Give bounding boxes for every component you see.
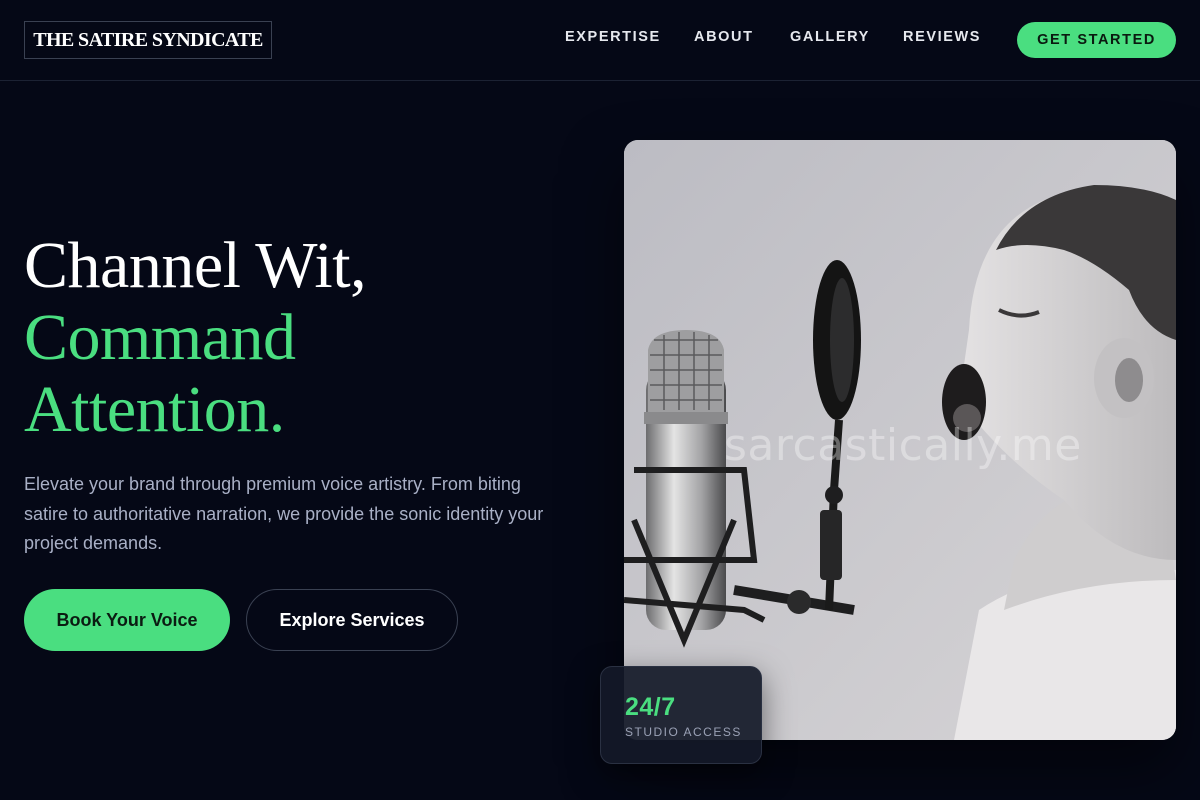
hero-subtitle: Elevate your brand through premium voice… [24, 474, 544, 553]
nav-link-expertise[interactable]: EXPERTISE [565, 29, 661, 49]
site-header: THE SATIRE SYNDICATE EXPERTISE ABOUT GAL… [0, 0, 1200, 81]
book-voice-button[interactable]: Book Your Voice [24, 589, 230, 651]
nav-link-reviews[interactable]: REVIEWS [903, 29, 981, 49]
stat-label: STUDIO ACCESS [625, 725, 742, 739]
nav-link-gallery[interactable]: GALLERY [790, 29, 870, 49]
image-watermark: sarcastically.me [724, 420, 1082, 471]
headline-line-2: Command [24, 301, 296, 374]
explore-services-button[interactable]: Explore Services [246, 589, 458, 651]
hero-image: sarcastically.me [624, 140, 1176, 740]
brand-logo[interactable]: THE SATIRE SYNDICATE [24, 21, 272, 59]
headline-line-1: Channel Wit, [24, 229, 367, 302]
headline-line-3: Attention. [24, 373, 285, 446]
studio-access-card: 24/7 STUDIO ACCESS [600, 666, 762, 764]
get-started-button[interactable]: GET STARTED [1017, 22, 1176, 58]
stat-value: 24/7 [625, 693, 676, 721]
nav-link-about[interactable]: ABOUT [694, 29, 754, 49]
hero-headline: Channel Wit, Command Attention. [24, 230, 584, 446]
